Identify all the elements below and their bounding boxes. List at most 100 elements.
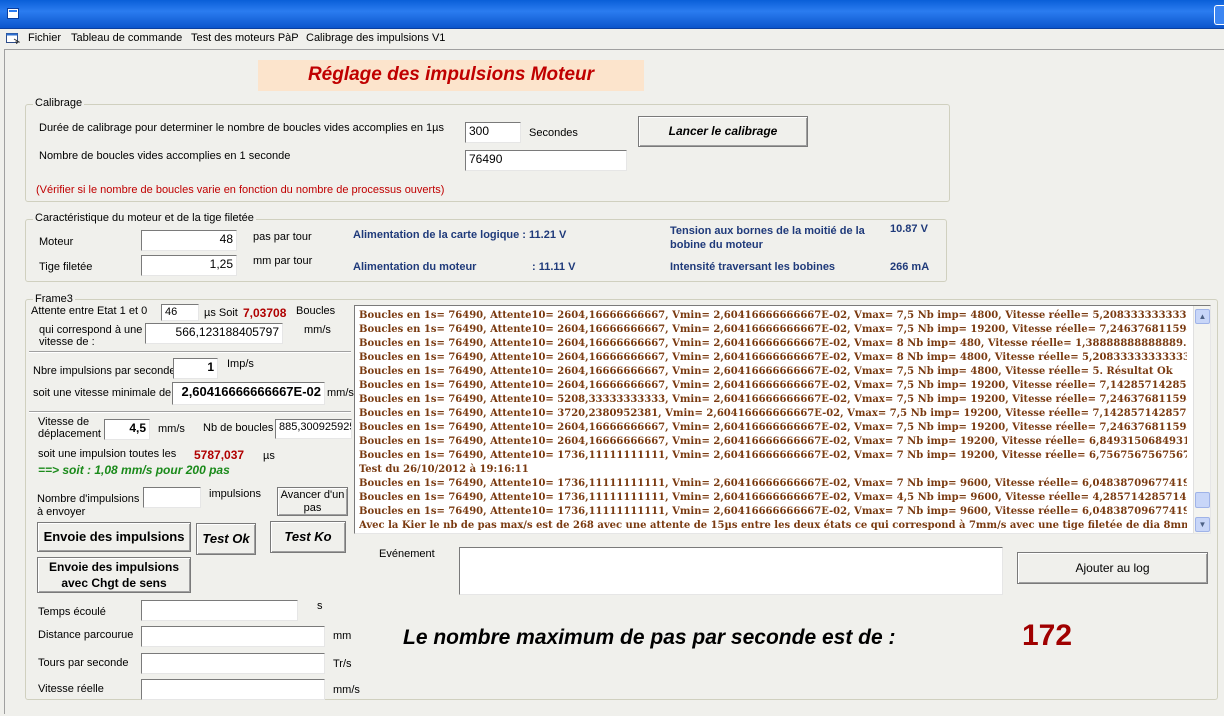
scroll-down-icon[interactable]: ▼ [1195,517,1210,532]
log-line: Avec la Kier le nb de pas max/s est de 2… [359,520,1187,531]
vitesse-reelle-unit: mm/s [333,684,360,696]
tours-label: Tours par seconde [38,657,129,669]
tension-label: Tension aux bornes de la moitié de la bo… [670,225,865,251]
tige-input[interactable]: 1,25 [141,255,237,276]
distance-input[interactable] [141,626,325,647]
log-scrollbar[interactable]: ▲ ▼ [1193,306,1210,533]
nb-boucles-f3-label: Nb de boucles [203,422,274,434]
separator [29,351,351,353]
alim-moteur-value: : 11.11 V [532,261,576,273]
window-menu-icon[interactable] [6,33,20,44]
menu-tableau-de-commande[interactable]: Tableau de commande [71,32,182,44]
log-line: Boucles en 1s= 76490, Attente10= 1736,11… [359,478,1187,489]
log-line: Boucles en 1s= 76490, Attente10= 1736,11… [359,450,1187,461]
nombre-imp-unit: impulsions [209,488,261,500]
scroll-thumb[interactable] [1195,492,1210,508]
envoie-impulsions-button[interactable]: Envoie des impulsions [37,522,191,552]
moteur-legend: Caractéristique du moteur et de la tige … [33,212,256,224]
evenement-input[interactable] [459,547,1003,595]
evenement-label: Evénement [379,548,435,560]
log-line: Boucles en 1s= 76490, Attente10= 3720,23… [359,408,1187,419]
nb-boucles-f3-input[interactable]: 885,300925925 [275,419,352,439]
tours-input[interactable] [141,653,325,674]
temps-unit: s [317,600,323,612]
vitesse-unit: mm/s [304,324,331,336]
alim-moteur-label: Alimentation du moteur [353,261,477,273]
app-icon[interactable] [7,8,19,19]
attente-boucles-value: 7,03708 [243,306,287,320]
temps-input[interactable] [141,600,298,621]
attente-unit: µs Soit [204,307,238,319]
avancer-un-pas-button[interactable]: Avancer d'un pas [277,487,348,516]
nb-boucles-input[interactable]: 76490 [465,150,627,171]
moteur-input[interactable]: 48 [141,230,237,251]
impulsion-label: soit une impulsion toutes les [38,448,177,460]
impulsion-unit: µs [263,450,275,462]
vitesse-reelle-input[interactable] [141,679,325,700]
tours-unit: Tr/s [333,658,352,670]
intensite-value: 266 mA [890,261,930,273]
impulsion-value: 5787,037 [194,448,245,462]
log-line: Boucles en 1s= 76490, Attente10= 2604,16… [359,380,1187,391]
minimize-button[interactable] [1214,5,1224,25]
envoie-chgt-sens-button[interactable]: Envoie des impulsions avec Chgt de sens [37,557,191,593]
calibrage-warning: (Vérifier si le nombre de boucles varie … [36,184,445,196]
distance-unit: mm [333,630,352,642]
vitesse-depl-input[interactable]: 4,5 [104,419,150,440]
intensite-label: Intensité traversant les bobines [670,261,836,273]
page-title: Réglage des impulsions Moteur [258,60,644,91]
log-line: Boucles en 1s= 76490, Attente10= 2604,16… [359,436,1187,447]
separator [29,411,351,413]
duree-input[interactable]: 300 [465,122,521,143]
calibrage-legend: Calibrage [33,97,85,109]
ajouter-au-log-button[interactable]: Ajouter au log [1017,552,1208,584]
vitesse-depl-unit: mm/s [158,423,185,435]
menu-fichier[interactable]: Fichier [28,32,61,44]
test-ok-button[interactable]: Test Ok [196,523,256,555]
nombre-imp-label: Nombre d'impulsions à envoyer [37,493,140,518]
log-line: Boucles en 1s= 76490, Attente10= 2604,16… [359,324,1187,335]
max-steps-value: 172 [1022,619,1073,652]
boucles-label: Boucles [296,305,336,317]
log-line: Boucles en 1s= 76490, Attente10= 1736,11… [359,506,1187,517]
nombre-imp-input[interactable] [143,487,201,508]
test-ko-button[interactable]: Test Ko [270,521,346,553]
log-line: Test du 26/10/2012 à 19:16:11 [359,464,529,475]
attente-input[interactable]: 46 [161,304,199,321]
log-line: Boucles en 1s= 76490, Attente10= 2604,16… [359,366,1173,377]
temps-label: Temps écoulé [38,606,106,618]
distance-label: Distance parcourue [38,629,134,641]
moteur-label: Moteur [39,236,74,248]
duree-unit: Secondes [529,127,578,139]
vitesse-label: qui correspond à une vitesse de : [39,324,143,348]
tige-label: Tige filetée [39,261,93,273]
soit-line: ==> soit : 1,08 mm/s pour 200 pas [38,463,230,477]
vitesse-depl-label: Vitesse de déplacement [38,416,101,440]
vitesse-min-input[interactable]: 2,60416666666667E-02 [172,382,325,405]
nbre-imp-unit: Imp/s [227,358,254,370]
lancer-calibrage-button[interactable]: Lancer le calibrage [638,116,808,147]
menu-test-moteurs[interactable]: Test des moteurs PàP [191,32,299,44]
title-bar [0,0,1224,29]
alim-logique-text: Alimentation de la carte logique : 11.21… [353,229,567,241]
scroll-up-icon[interactable]: ▲ [1195,309,1210,324]
nbre-imp-input[interactable]: 1 [173,358,218,379]
vitesse-reelle-label: Vitesse réelle [38,683,104,695]
log-listbox[interactable]: Boucles en 1s= 76490, Attente10= 2604,16… [354,305,1211,534]
menu-calibrage-impulsions[interactable]: Calibrage des impulsions V1 [306,32,445,44]
vitesse-min-unit: mm/s [327,387,354,399]
vitesse-min-label: soit une vitesse minimale de [33,387,172,399]
log-line: Boucles en 1s= 76490, Attente10= 5208,33… [359,394,1187,405]
vitesse-input[interactable]: 566,123188405797 [145,323,283,344]
log-line: Boucles en 1s= 76490, Attente10= 2604,16… [359,352,1187,363]
log-line: Boucles en 1s= 76490, Attente10= 1736,11… [359,492,1187,503]
tension-value: 10.87 V [890,223,928,235]
log-line: Boucles en 1s= 76490, Attente10= 2604,16… [359,422,1187,433]
nbre-imp-label: Nbre impulsions par seconde [33,365,176,377]
duree-label: Durée de calibrage pour determiner le no… [39,122,445,134]
tige-unit: mm par tour [253,255,313,267]
log-line: Boucles en 1s= 76490, Attente10= 2604,16… [359,338,1187,349]
max-steps-message: Le nombre maximum de pas par seconde est… [403,626,896,649]
menu-bar: Fichier Tableau de commande Test des mot… [0,30,1224,48]
attente-label: Attente entre Etat 1 et 0 [31,305,148,317]
